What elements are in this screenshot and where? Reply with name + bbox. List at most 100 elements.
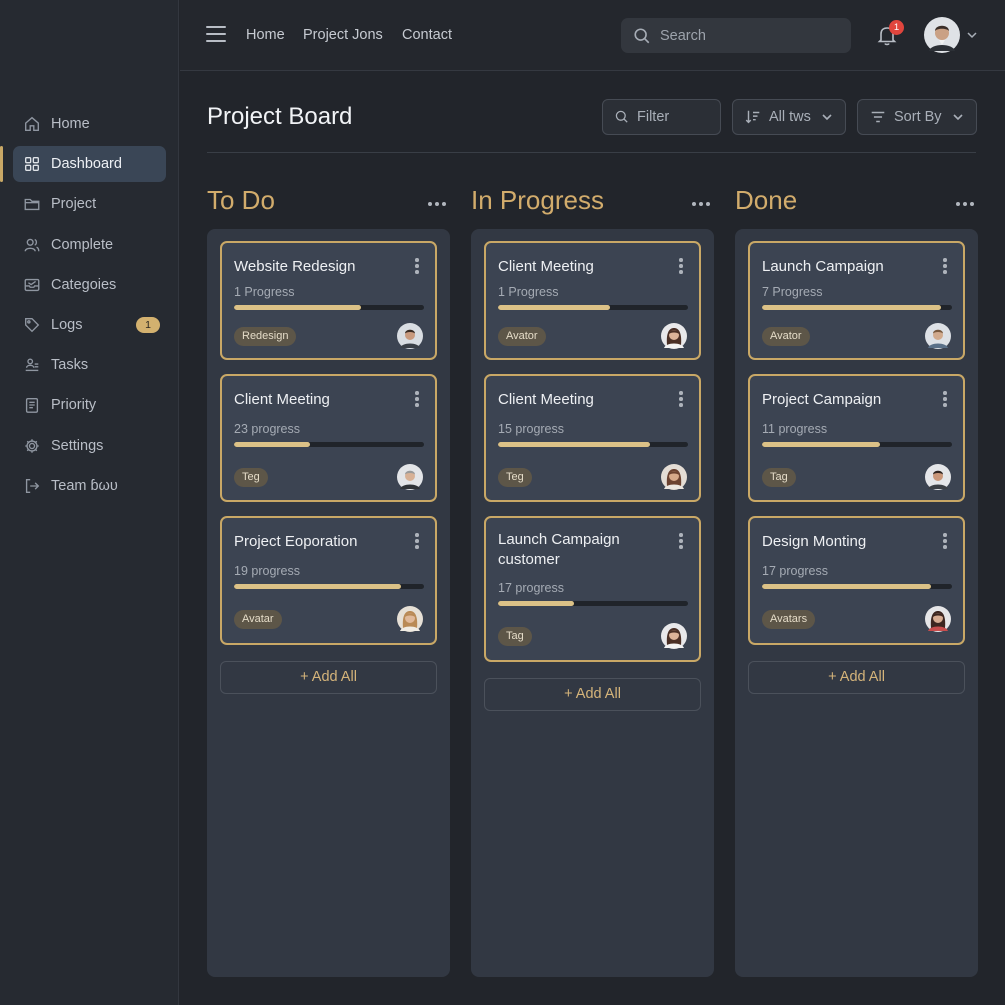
chevron-down-icon (822, 114, 832, 121)
more-vertical-icon[interactable] (943, 533, 947, 549)
column-title-in-progress: In Progress (471, 185, 604, 215)
more-vertical-icon[interactable] (943, 258, 947, 274)
progress-fill (762, 442, 880, 447)
users-icon (22, 235, 42, 255)
nav-link-home[interactable]: Home (246, 27, 285, 43)
add-card-button[interactable]: + Add All (484, 678, 701, 711)
tag-icon (22, 315, 42, 335)
more-vertical-icon[interactable] (415, 258, 419, 274)
more-vertical-icon[interactable] (679, 533, 683, 549)
all-dropdown[interactable]: All tws (732, 99, 846, 135)
sidebar-item-label: Priority (51, 397, 97, 414)
card-tag: Teg (498, 468, 532, 487)
add-card-button[interactable]: + Add All (748, 661, 965, 694)
more-vertical-icon[interactable] (943, 391, 947, 407)
more-vertical-icon[interactable] (415, 391, 419, 407)
filter-input[interactable]: Filter (602, 99, 721, 135)
progress-bar (498, 442, 688, 447)
task-card[interactable]: Launch Campaign customer 17 progress Tag (484, 516, 701, 662)
sidebar-item-label: Categoies (51, 276, 117, 293)
column-done: Launch Campaign 7 Progress Avator Projec… (735, 229, 978, 977)
tasks-icon (22, 355, 42, 375)
task-card[interactable]: Client Meeting 15 progress Teg (484, 374, 701, 502)
progress-fill (762, 584, 932, 589)
sidebar-item-label: Team ɓωυ (51, 477, 118, 494)
column-title-todo: To Do (207, 185, 275, 215)
task-card[interactable]: Project Eoporation 19 progress Avatar (220, 516, 437, 645)
card-title: Launch Campaign (762, 258, 884, 275)
sidebar-item-settings[interactable]: Settings (13, 428, 166, 464)
task-card[interactable]: Design Monting 17 progress Avatars (748, 516, 965, 645)
progress-bar (234, 584, 424, 589)
card-progress-text: 7 Progress (762, 285, 823, 299)
card-tag: Avator (762, 327, 810, 346)
hamburger-menu-icon[interactable] (206, 26, 226, 44)
assignee-avatar (397, 323, 423, 349)
gear-icon (22, 436, 42, 456)
search-icon (634, 27, 650, 43)
search-icon (615, 110, 628, 123)
more-horizontal-icon[interactable] (692, 193, 714, 209)
sidebar-item-project[interactable]: Project (13, 186, 166, 222)
progress-fill (762, 305, 941, 310)
notifications-button[interactable]: 1 (877, 20, 904, 48)
more-horizontal-icon[interactable] (428, 193, 450, 209)
assignee-avatar (397, 606, 423, 632)
sidebar-item-label: Logs (51, 316, 83, 333)
sidebar-item-label: Complete (51, 236, 114, 253)
search-input[interactable] (660, 27, 830, 44)
assignee-avatar (925, 323, 951, 349)
task-card[interactable]: Client Meeting 1 Progress Avator (484, 241, 701, 360)
task-card[interactable]: Project Campaign 11 progress Tag (748, 374, 965, 502)
sort-by-dropdown[interactable]: Sort Βy (857, 99, 977, 135)
card-progress-text: 19 progress (234, 564, 301, 578)
logs-count-badge: 1 (136, 316, 160, 333)
sidebar-item-label: Dashboard (51, 156, 122, 173)
task-card[interactable]: Launch Campaign 7 Progress Avator (748, 241, 965, 360)
card-title: Project Campaign (762, 391, 882, 408)
sidebar-item-categories[interactable]: Categoies (13, 267, 166, 303)
sidebar-item-home[interactable]: Home (13, 106, 166, 142)
sort-order-icon (745, 110, 760, 124)
progress-bar (762, 305, 952, 310)
card-tag: Avator (498, 327, 546, 346)
task-card[interactable]: Website Redesign 1 Progress Redesign (220, 241, 437, 360)
more-horizontal-icon[interactable] (956, 193, 978, 209)
card-title: Design Monting (762, 533, 867, 550)
more-vertical-icon[interactable] (679, 258, 683, 274)
nav-link-projects[interactable]: Project Jons (303, 27, 383, 43)
sidebar-item-dashboard[interactable]: Dashboard (0, 146, 166, 183)
add-card-button[interactable]: + Add All (220, 661, 437, 694)
logout-icon (22, 476, 42, 496)
sidebar-item-complete[interactable]: Complete (13, 227, 166, 263)
nav-link-contact[interactable]: Contact (402, 27, 452, 43)
sidebar-item-priority[interactable]: Priority (13, 387, 166, 423)
column-in-progress: Client Meeting 1 Progress Avator Client … (471, 229, 714, 977)
card-progress-text: 1 Progress (234, 285, 295, 299)
progress-fill (234, 584, 402, 589)
inbox-icon (22, 275, 42, 295)
all-dropdown-label: All tws (769, 109, 811, 125)
card-title: Website Redesign (234, 258, 356, 275)
sidebar-item-tasks[interactable]: Tasks (13, 347, 166, 383)
sidebar-item-team[interactable]: Team ɓωυ (13, 468, 166, 504)
sidebar-nav: Home Dashboard Project Complete Categoie… (0, 106, 166, 508)
assignee-avatar (925, 464, 951, 490)
clipboard-icon (22, 395, 42, 415)
card-progress-text: 17 progress (762, 564, 829, 578)
progress-fill (498, 305, 611, 310)
more-vertical-icon[interactable] (679, 391, 683, 407)
card-tag: Avatars (762, 610, 816, 629)
header-divider (207, 152, 976, 153)
chevron-down-icon[interactable] (966, 29, 978, 41)
user-avatar[interactable] (924, 17, 960, 53)
card-tag: Tag (498, 627, 532, 646)
card-tag: Tag (762, 468, 796, 487)
more-vertical-icon[interactable] (415, 533, 419, 549)
sidebar-item-label: Tasks (51, 357, 89, 374)
sidebar-item-logs[interactable]: Logs 1 (13, 307, 166, 343)
task-card[interactable]: Client Meeting 23 progress Teg (220, 374, 437, 502)
card-progress-text: 11 progress (762, 422, 828, 436)
page-title: Project Board (207, 103, 353, 130)
card-title: Client Meeting (234, 391, 330, 408)
